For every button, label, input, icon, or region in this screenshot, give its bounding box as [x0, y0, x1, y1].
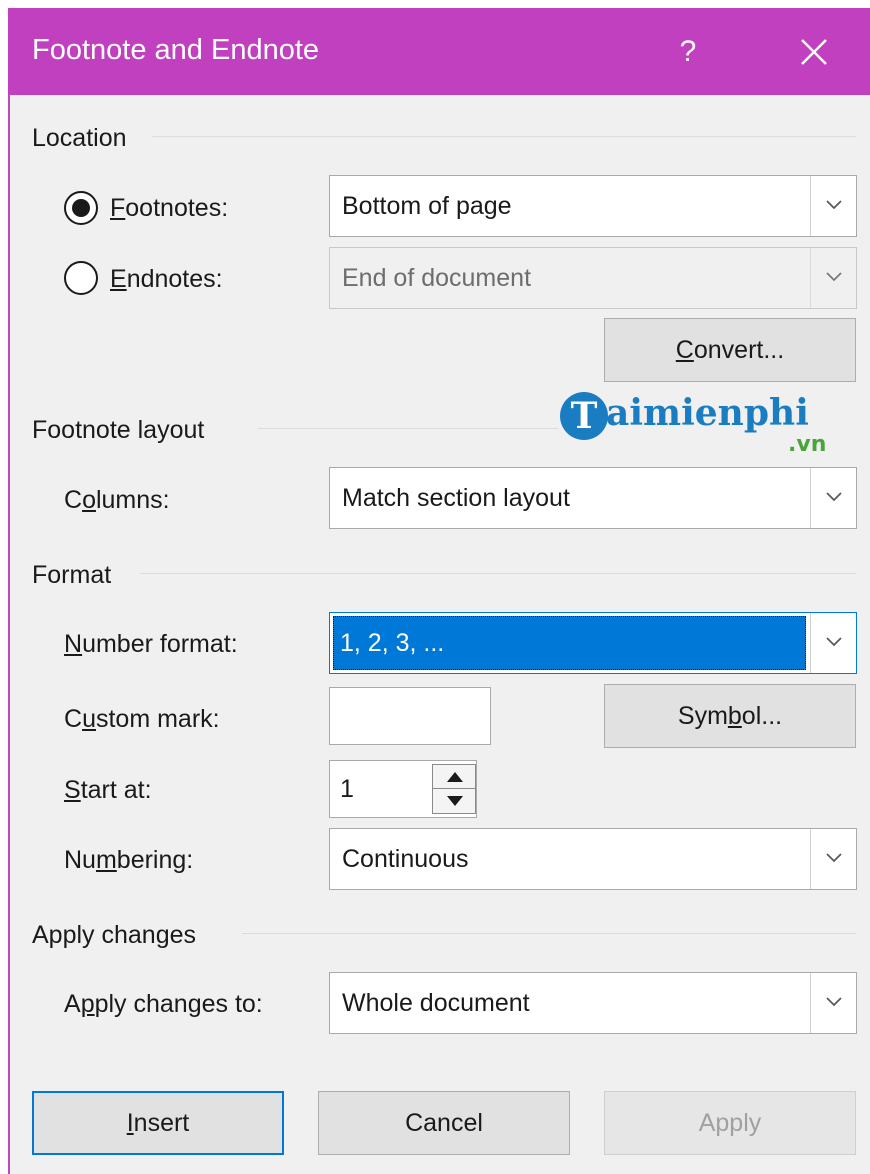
apply-changes-to-value: Whole document — [342, 989, 530, 1017]
apply-changes-to-select[interactable]: Whole document — [329, 972, 857, 1034]
dropdown-arrow[interactable] — [810, 829, 856, 889]
columns-select[interactable]: Match section layout — [329, 467, 857, 529]
dropdown-arrow[interactable] — [810, 468, 856, 528]
dropdown-arrow[interactable] — [810, 613, 856, 673]
footnotes-position-select[interactable]: Bottom of page — [329, 175, 857, 237]
triangle-up-icon — [447, 772, 463, 782]
spin-down-button[interactable] — [432, 788, 476, 814]
columns-value: Match section layout — [342, 484, 570, 512]
footnotes-label: Footnotes: — [110, 194, 229, 222]
columns-label: Columns: — [64, 486, 170, 514]
numbering-value: Continuous — [342, 845, 469, 873]
footnote-layout-heading: Footnote layout — [32, 416, 205, 444]
numbering-select[interactable]: Continuous — [329, 828, 857, 890]
spin-up-button[interactable] — [432, 764, 476, 790]
triangle-down-icon — [447, 796, 463, 806]
number-format-select[interactable]: 1, 2, 3, ... — [329, 612, 857, 674]
dropdown-arrow[interactable] — [810, 248, 856, 308]
chevron-down-icon — [826, 637, 842, 647]
chevron-down-icon — [826, 853, 842, 863]
close-icon — [801, 39, 827, 65]
convert-button[interactable]: Convert... — [604, 318, 856, 382]
apply-button[interactable]: Apply — [604, 1091, 856, 1155]
taimienphi-logo: T aimienphi .vn — [558, 390, 848, 462]
chevron-down-icon — [826, 997, 842, 1007]
format-heading: Format — [32, 561, 112, 589]
start-at-value: 1 — [340, 775, 354, 803]
endnotes-position-value: End of document — [342, 264, 532, 292]
close-button[interactable] — [790, 26, 838, 78]
insert-button[interactable]: Insert — [32, 1091, 284, 1155]
format-divider — [140, 573, 856, 574]
radio-selected-dot — [72, 199, 90, 217]
chevron-down-icon — [826, 272, 842, 282]
chevron-down-icon — [826, 200, 842, 210]
cancel-button[interactable]: Cancel — [318, 1091, 570, 1155]
chevron-down-icon — [826, 492, 842, 502]
number-format-value: 1, 2, 3, ... — [340, 629, 445, 657]
symbol-button[interactable]: Symbol... — [604, 684, 856, 748]
help-button[interactable]: ? — [668, 28, 708, 76]
numbering-label: Numbering: — [64, 846, 194, 874]
footnotes-position-value: Bottom of page — [342, 192, 512, 220]
number-format-label: Number format: — [64, 630, 238, 658]
dropdown-arrow[interactable] — [810, 973, 856, 1033]
apply-changes-divider — [242, 933, 856, 934]
endnotes-radio[interactable] — [64, 261, 98, 295]
footnotes-radio[interactable] — [64, 191, 98, 225]
custom-mark-label: Custom mark: — [64, 705, 220, 733]
start-at-label: Start at: — [64, 776, 152, 804]
footnote-layout-divider — [258, 428, 558, 429]
apply-changes-to-label: Apply changes to: — [64, 990, 263, 1018]
endnotes-position-select[interactable]: End of document — [329, 247, 857, 309]
endnotes-label: Endnotes: — [110, 265, 223, 293]
logo-initial: T — [560, 392, 608, 440]
logo-word: aimienphi — [606, 392, 809, 434]
dropdown-arrow[interactable] — [810, 176, 856, 236]
custom-mark-input[interactable] — [329, 687, 491, 745]
dialog-title: Footnote and Endnote — [32, 34, 320, 66]
logo-tld: .vn — [788, 432, 827, 457]
location-heading: Location — [32, 124, 127, 152]
title-bar: Footnote and Endnote ? — [8, 8, 870, 95]
apply-changes-heading: Apply changes — [32, 921, 197, 949]
location-divider — [152, 136, 856, 137]
